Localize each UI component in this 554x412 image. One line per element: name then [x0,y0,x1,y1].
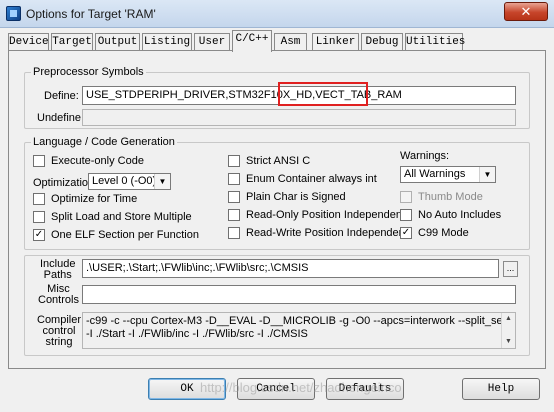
tab-strip: Device Target Output Listing User C/C++ … [8,30,546,52]
warnings-label: Warnings: [400,150,450,162]
enum-container-label: Enum Container always int [246,173,377,185]
undefine-label: Undefine: [37,112,85,124]
optimization-value: Level 0 (-O0) [92,175,157,187]
define-highlight-box [278,82,368,106]
thumb-mode-label: Thumb Mode [418,191,483,203]
tab-user[interactable]: User [194,33,230,51]
enum-container-checkbox[interactable]: Enum Container always int [228,173,377,185]
one-elf-checkbox[interactable]: ✓ One ELF Section per Function [33,229,199,241]
no-auto-includes-checkbox[interactable]: No Auto Includes [400,209,501,221]
tab-asm[interactable]: Asm [274,33,307,51]
no-auto-includes-label: No Auto Includes [418,209,502,221]
preprocessor-legend: Preprocessor Symbols [33,66,144,78]
plain-char-box[interactable] [228,191,240,203]
compiler-line-2: -I ./Start -I ./FWlib/inc -I ./FWlib/src… [86,328,308,340]
c99-mode-checkbox[interactable]: ✓ C99 Mode [400,227,469,239]
c99-mode-label: C99 Mode [418,227,469,239]
cancel-button[interactable]: Cancel [237,378,315,400]
compiler-control-label: Compiler control string [37,315,81,348]
close-button[interactable]: ✕ [504,2,548,21]
execute-only-box[interactable] [33,155,45,167]
compiler-line-1: -c99 -c --cpu Cortex-M3 -D__EVAL -D__MIC… [86,315,515,327]
tab-utilities[interactable]: Utilities [405,33,465,51]
split-load-label: Split Load and Store Multiple [51,211,192,223]
execute-only-label: Execute-only Code [51,155,144,167]
title-bar: Options for Target 'RAM' ✕ [0,0,554,28]
no-auto-includes-box[interactable] [400,209,412,221]
plain-char-checkbox[interactable]: Plain Char is Signed [228,191,346,203]
readwrite-pi-label: Read-Write Position Independent [246,227,408,239]
misc-controls-input[interactable] [82,285,516,304]
readwrite-pi-checkbox[interactable]: Read-Write Position Independent [228,227,408,239]
plain-char-label: Plain Char is Signed [246,191,346,203]
tab-target[interactable]: Target [51,33,93,51]
scroll-up-icon[interactable]: ▲ [502,313,515,325]
include-paths-label: Include Paths [40,259,75,281]
check-icon[interactable]: ✓ [33,229,45,241]
compiler-label-line3: string [45,336,73,348]
split-load-box[interactable] [33,211,45,223]
defaults-button[interactable]: Defaults [326,378,404,400]
readwrite-pi-box[interactable] [228,227,240,239]
thumb-mode-box[interactable] [400,191,412,203]
chevron-down-icon: ▼ [154,174,170,189]
compiler-control-string: -c99 -c --cpu Cortex-M3 -D__EVAL -D__MIC… [82,312,516,349]
enum-container-box[interactable] [228,173,240,185]
tab-listing[interactable]: Listing [142,33,192,51]
warnings-value: All Warnings [404,168,466,180]
optimize-time-checkbox[interactable]: Optimize for Time [33,193,137,205]
undefine-input[interactable] [82,109,516,126]
compiler-scrollbar[interactable]: ▲ ▼ [501,313,515,348]
include-label-line2: Paths [43,269,72,281]
language-legend: Language / Code Generation [33,136,175,148]
readonly-pi-checkbox[interactable]: Read-Only Position Independent [228,209,405,221]
optimize-time-box[interactable] [33,193,45,205]
strict-ansi-label: Strict ANSI C [246,155,311,167]
readonly-pi-label: Read-Only Position Independent [246,209,405,221]
split-load-checkbox[interactable]: Split Load and Store Multiple [33,211,192,223]
readonly-pi-box[interactable] [228,209,240,221]
optimization-select[interactable]: Level 0 (-O0) ▼ [88,173,171,190]
include-paths-input[interactable]: .\USER;.\Start;.\FWlib\inc;.\FWlib\src;.… [82,259,499,278]
tab-output[interactable]: Output [95,33,140,51]
include-browse-button[interactable]: ... [503,261,518,277]
keil-app-icon [6,6,21,21]
chevron-down-icon: ▼ [479,167,495,182]
scroll-down-icon[interactable]: ▼ [502,336,515,348]
execute-only-checkbox[interactable]: Execute-only Code [33,155,144,167]
ok-button[interactable]: OK [148,378,226,400]
tab-debug[interactable]: Debug [361,33,403,51]
tab-linker[interactable]: Linker [312,33,359,51]
define-label: Define: [44,90,79,102]
tab-c-cpp[interactable]: C/C++ [232,30,272,52]
check-icon[interactable]: ✓ [400,227,412,239]
thumb-mode-checkbox[interactable]: Thumb Mode [400,191,483,203]
strict-ansi-box[interactable] [228,155,240,167]
warnings-select[interactable]: All Warnings ▼ [400,166,496,183]
optimize-time-label: Optimize for Time [51,193,138,205]
help-button[interactable]: Help [462,378,540,400]
misc-label-line2: Controls [38,294,79,306]
misc-controls-label: Misc Controls [38,284,79,306]
tab-device[interactable]: Device [8,33,49,51]
strict-ansi-checkbox[interactable]: Strict ANSI C [228,155,310,167]
window-title: Options for Target 'RAM' [26,7,156,21]
one-elf-label: One ELF Section per Function [51,229,199,241]
